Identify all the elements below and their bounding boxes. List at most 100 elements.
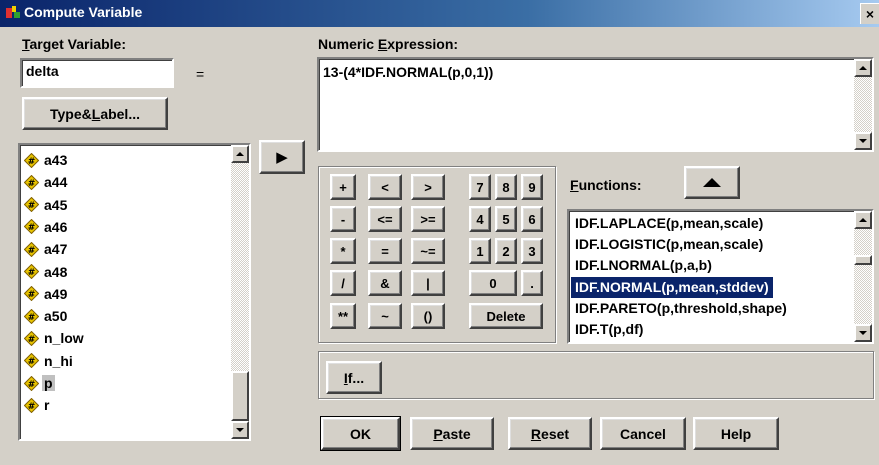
variable-items: # a43 # a44 # a45 # a46 # a47 # a48 # a49 # a50 # n_low # n… bbox=[20, 149, 220, 435]
func-scroll-down-button[interactable] bbox=[854, 324, 872, 342]
keypad-key-label: ~= bbox=[420, 243, 436, 259]
ok-button[interactable]: OK bbox=[320, 416, 401, 451]
keypad-divide-button[interactable]: / bbox=[330, 270, 356, 296]
numeric-variable-icon: # bbox=[24, 264, 39, 279]
move-to-expression-button[interactable]: ▶ bbox=[259, 140, 305, 174]
numeric-variable-icon: # bbox=[24, 174, 39, 190]
keypad-greater-than-button[interactable]: > bbox=[411, 174, 445, 200]
variable-item[interactable]: # a44 bbox=[24, 171, 69, 193]
keypad-multiply-button[interactable]: * bbox=[330, 238, 356, 264]
numeric-variable-icon: # bbox=[24, 375, 39, 391]
func-scroll-up-button[interactable] bbox=[854, 211, 872, 229]
function-item[interactable]: IDF.NORMAL(p,mean,stddev) bbox=[571, 276, 773, 298]
keypad-not-button[interactable]: ~ bbox=[368, 303, 402, 329]
keypad-key-label: | bbox=[426, 275, 430, 291]
keypad-decimal-button[interactable]: . bbox=[521, 270, 543, 296]
function-items: IDF.LAPLACE(p,mean,scale) IDF.LOGISTIC(p,… bbox=[569, 213, 851, 341]
function-item[interactable]: IDF.LAPLACE(p,mean,scale) bbox=[571, 213, 767, 234]
variable-item[interactable]: # a43 bbox=[24, 149, 69, 171]
close-button[interactable]: × bbox=[860, 3, 879, 24]
keypad-key-label: 4 bbox=[476, 211, 484, 227]
expr-scroll-down-button[interactable] bbox=[854, 132, 872, 150]
keypad-digit-1-button[interactable]: 1 bbox=[469, 238, 491, 264]
svg-text:#: # bbox=[28, 380, 36, 390]
variable-item[interactable]: # r bbox=[24, 394, 51, 416]
numeric-expression-textarea[interactable]: 13-(4*IDF.NORMAL(p,0,1)) bbox=[317, 57, 874, 152]
keypad-or-button[interactable]: | bbox=[411, 270, 445, 296]
keypad-minus-button[interactable]: - bbox=[330, 206, 356, 232]
keypad-less-equal-button[interactable]: <= bbox=[368, 206, 402, 232]
type-label-button[interactable]: Type& Label... bbox=[22, 97, 168, 130]
variable-item[interactable]: # a47 bbox=[24, 238, 69, 260]
eject-up-icon bbox=[703, 178, 721, 187]
variable-item[interactable]: # a46 bbox=[24, 216, 69, 238]
variable-list[interactable]: # a43 # a44 # a45 # a46 # a47 # a48 # a49 # a50 # n_low # n… bbox=[18, 143, 251, 441]
paste-button[interactable]: Paste bbox=[410, 417, 494, 450]
keypad-power-button[interactable]: ** bbox=[330, 303, 356, 329]
function-item[interactable]: IDF.T(p,df) bbox=[571, 319, 647, 340]
expression-scrollbar[interactable] bbox=[854, 59, 872, 150]
keypad-digit-8-button[interactable]: 8 bbox=[495, 174, 517, 200]
keypad-digit-0-button[interactable]: 0 bbox=[469, 270, 517, 296]
keypad-parentheses-button[interactable]: () bbox=[411, 303, 445, 329]
keypad-digit-4-button[interactable]: 4 bbox=[469, 206, 491, 232]
variable-name: a47 bbox=[44, 241, 68, 258]
svg-text:#: # bbox=[28, 313, 36, 323]
variable-item[interactable]: # a48 bbox=[24, 261, 69, 283]
variable-item[interactable]: # a45 bbox=[24, 194, 69, 216]
keypad-delete-button[interactable]: Delete bbox=[469, 303, 543, 329]
functions-scrollbar[interactable] bbox=[854, 211, 872, 342]
keypad-key-label: 1 bbox=[476, 243, 484, 259]
keypad-equal-button[interactable]: = bbox=[368, 238, 402, 264]
keypad-and-button[interactable]: & bbox=[368, 270, 402, 296]
variable-item[interactable]: # p bbox=[24, 372, 55, 394]
if-button[interactable]: If... bbox=[326, 361, 382, 394]
keypad-greater-equal-button[interactable]: >= bbox=[411, 206, 445, 232]
keypad-digit-5-button[interactable]: 5 bbox=[495, 206, 517, 232]
svg-text:#: # bbox=[28, 335, 36, 345]
expr-scroll-up-button[interactable] bbox=[854, 59, 872, 77]
keypad-key-label: ~ bbox=[381, 308, 389, 324]
variable-name: a43 bbox=[44, 152, 68, 168]
keypad-key-label: ** bbox=[337, 308, 349, 324]
variable-list-scrollbar[interactable] bbox=[231, 145, 249, 439]
cancel-button[interactable]: Cancel bbox=[600, 417, 686, 450]
title-bar[interactable]: Compute Variable × bbox=[0, 0, 879, 27]
variable-item[interactable]: # n_hi bbox=[24, 350, 75, 372]
numeric-variable-icon: # bbox=[24, 397, 39, 413]
variable-name: a45 bbox=[44, 196, 68, 213]
help-button[interactable]: Help bbox=[693, 417, 779, 450]
variable-item[interactable]: # a49 bbox=[24, 283, 69, 305]
function-up-button[interactable] bbox=[684, 166, 740, 199]
keypad-less-than-button[interactable]: < bbox=[368, 174, 402, 200]
numeric-variable-icon: # bbox=[24, 353, 39, 369]
functions-list[interactable]: IDF.LAPLACE(p,mean,scale) IDF.LOGISTIC(p,… bbox=[567, 209, 874, 344]
function-item[interactable]: IDF.LOGISTIC(p,mean,scale) bbox=[571, 234, 767, 255]
keypad-key-label: 9 bbox=[528, 179, 536, 195]
arrow-down-icon bbox=[236, 428, 244, 432]
keypad-key-label: >= bbox=[420, 211, 436, 227]
keypad-digit-3-button[interactable]: 3 bbox=[521, 238, 543, 264]
keypad-digit-6-button[interactable]: 6 bbox=[521, 206, 543, 232]
target-variable-input[interactable]: delta bbox=[20, 58, 174, 88]
scroll-down-button[interactable] bbox=[231, 421, 249, 439]
svg-text:#: # bbox=[28, 268, 36, 278]
keypad-key-label: 2 bbox=[502, 243, 510, 259]
func-scroll-thumb[interactable] bbox=[854, 255, 872, 265]
function-item[interactable]: IDF.LNORMAL(p,a,b) bbox=[571, 255, 716, 276]
function-item[interactable]: IDF.PARETO(p,threshold,shape) bbox=[571, 298, 791, 319]
numeric-variable-icon: # bbox=[24, 330, 39, 346]
keypad-digit-9-button[interactable]: 9 bbox=[521, 174, 543, 200]
numeric-variable-icon: # bbox=[24, 197, 39, 213]
keypad-digit-2-button[interactable]: 2 bbox=[495, 238, 517, 264]
scroll-thumb[interactable] bbox=[231, 371, 249, 421]
keypad-plus-button[interactable]: + bbox=[330, 174, 356, 200]
keypad-not-equal-button[interactable]: ~= bbox=[411, 238, 445, 264]
keypad-key-label: 7 bbox=[476, 179, 484, 195]
keypad-digit-7-button[interactable]: 7 bbox=[469, 174, 491, 200]
scroll-up-button[interactable] bbox=[231, 145, 249, 163]
numeric-variable-icon: # bbox=[24, 286, 39, 302]
reset-button[interactable]: Reset bbox=[508, 417, 592, 450]
variable-item[interactable]: # a50 bbox=[24, 305, 69, 327]
variable-item[interactable]: # n_low bbox=[24, 327, 86, 349]
